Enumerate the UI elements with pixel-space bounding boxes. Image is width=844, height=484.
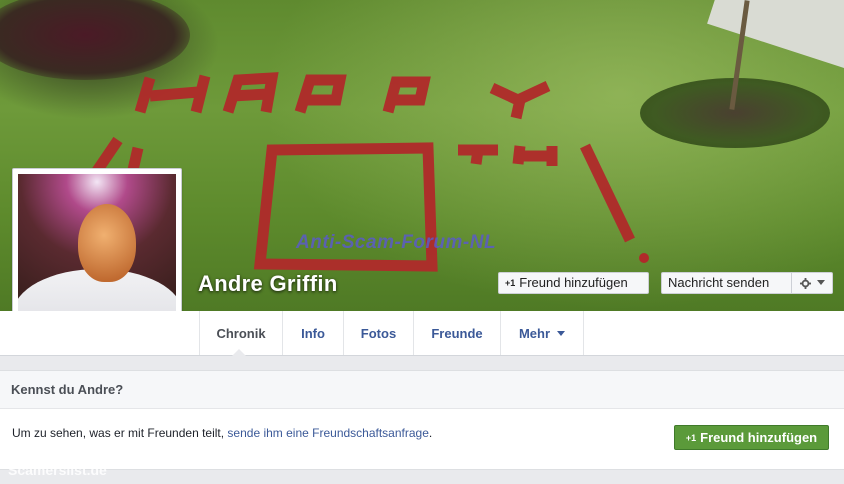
add-friend-green-button[interactable]: +1 Freund hinzufügen (674, 425, 829, 450)
tab-info[interactable]: Info (282, 311, 343, 355)
cover-watermark: Anti-Scam-Forum-NL (296, 232, 497, 253)
card-text-end: . (428, 426, 433, 440)
card-text-start: Um zu sehen, was er mit Freunden teilt, (12, 426, 228, 440)
tab-fotos[interactable]: Fotos (343, 311, 413, 355)
profile-name[interactable]: Andre Griffin (198, 271, 338, 297)
cover-exclamation-dot (639, 253, 649, 263)
tab-mehr[interactable]: Mehr (500, 311, 584, 355)
add-friend-button[interactable]: +1 Freund hinzufügen (498, 272, 649, 294)
footer-watermark: Scamerslist.de (8, 462, 107, 478)
tab-mehr-label: Mehr (518, 325, 551, 341)
tab-freunde[interactable]: Freunde (413, 311, 500, 355)
friend-request-card: Kennst du Andre? Um zu sehen, was er mit… (0, 370, 844, 470)
card-text: Um zu sehen, was er mit Freunden teilt, … (12, 426, 432, 440)
card-body: Um zu sehen, was er mit Freunden teilt, … (0, 409, 844, 469)
add-friend-green-icon: +1 (685, 432, 697, 443)
active-tab-pointer (232, 349, 246, 356)
card-title: Kennst du Andre? (0, 371, 844, 409)
profile-tabs: Chronik Info Fotos Freunde Mehr (0, 311, 844, 356)
chevron-down-icon (557, 330, 566, 336)
send-message-button[interactable]: Nachricht senden (661, 272, 833, 294)
friend-request-link[interactable]: sende ihm eine Freundschaftsanfrage (227, 426, 428, 440)
tab-fotos-label: Fotos (360, 325, 397, 341)
tab-freunde-label: Freunde (431, 325, 483, 341)
profile-photo (18, 174, 176, 332)
tab-info-label: Info (301, 325, 325, 341)
add-friend-label: Freund hinzufügen (519, 275, 628, 290)
tab-chronik-label: Chronik (216, 325, 266, 341)
add-friend-icon: +1 (505, 278, 516, 288)
gear-icon (799, 277, 811, 289)
send-message-label: Nachricht senden (668, 275, 770, 290)
settings-dropdown-button[interactable] (791, 273, 832, 293)
profile-photo-face (78, 204, 136, 282)
chevron-down-icon (816, 280, 825, 285)
add-friend-green-label: Freund hinzufügen (700, 430, 818, 445)
